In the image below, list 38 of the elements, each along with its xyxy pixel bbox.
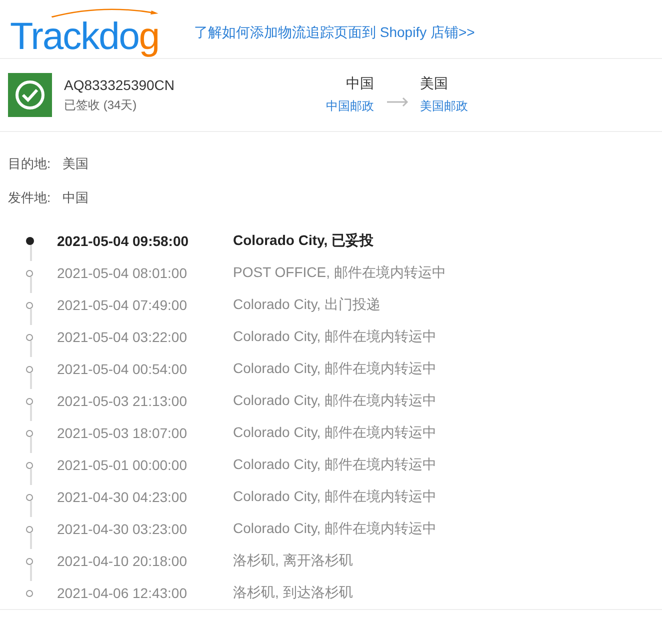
delivery-status: 已签收 (34天) [64, 96, 138, 114]
event-time: 2021-04-30 04:23:00 [57, 489, 188, 505]
trackdog-logo: Trackdog [10, 19, 159, 55]
event-time: 2021-05-04 07:49:00 [57, 297, 188, 313]
event-time: 2021-05-03 18:07:00 [57, 425, 188, 441]
detail-label: 发件地: [8, 189, 51, 207]
event-time: 2021-04-30 03:23:00 [57, 521, 188, 537]
destination-carrier-link[interactable]: 美国邮政 [420, 98, 468, 115]
event-description: 洛杉矶, 到达洛杉矶 [233, 584, 353, 602]
event-description: Colorado City, 邮件在境内转运中 [233, 520, 437, 538]
event-description: Colorado City, 邮件在境内转运中 [233, 328, 437, 346]
arrow-icon [386, 97, 410, 107]
swoosh-icon [50, 8, 160, 18]
event-description: Colorado City, 已妥投 [233, 232, 374, 250]
event-description: Colorado City, 邮件在境内转运中 [233, 424, 437, 442]
event-time: 2021-04-10 20:18:00 [57, 553, 188, 569]
event-time: 2021-05-03 21:13:00 [57, 393, 188, 409]
shopify-guide-link[interactable]: 了解如何添加物流追踪页面到 Shopify 店铺>> [194, 24, 475, 42]
event-description: Colorado City, 邮件在境内转运中 [233, 456, 437, 474]
event-time: 2021-05-04 03:22:00 [57, 329, 188, 345]
detail-value: 美国 [62, 155, 89, 173]
event-time: 2021-05-04 00:54:00 [57, 361, 188, 377]
event-time: 2021-04-06 12:43:00 [57, 585, 188, 601]
event-time: 2021-05-04 08:01:00 [57, 265, 188, 281]
origin-carrier-link[interactable]: 中国邮政 [326, 98, 374, 115]
destination-country: 美国 [420, 75, 448, 93]
event-description: Colorado City, 邮件在境内转运中 [233, 360, 437, 378]
event-description: 洛杉矶, 离开洛杉矶 [233, 552, 353, 570]
event-description: Colorado City, 邮件在境内转运中 [233, 488, 437, 506]
event-time: 2021-05-01 00:00:00 [57, 457, 188, 473]
event-time: 2021-05-04 09:58:00 [57, 233, 190, 249]
detail-label: 目的地: [8, 155, 51, 173]
event-description: Colorado City, 邮件在境内转运中 [233, 392, 437, 410]
origin-country: 中国 [346, 75, 374, 93]
tracking-number: AQ833325390CN [64, 76, 176, 92]
detail-value: 中国 [62, 189, 89, 207]
event-description: POST OFFICE, 邮件在境内转运中 [233, 264, 446, 282]
event-description: Colorado City, 出门投递 [233, 296, 381, 314]
